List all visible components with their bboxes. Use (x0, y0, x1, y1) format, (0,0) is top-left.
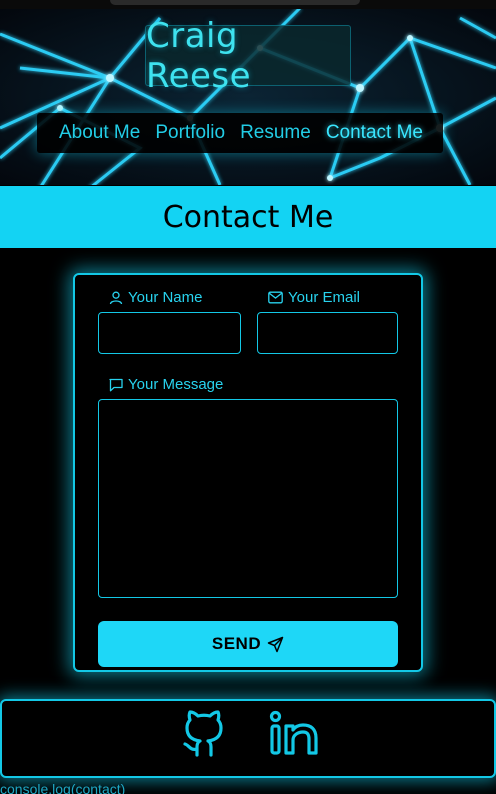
main-nav: About Me Portfolio Resume Contact Me (37, 113, 443, 153)
site-name: Craig Reese (145, 16, 351, 96)
github-icon (183, 710, 223, 757)
email-label: Your Email (268, 289, 360, 306)
section-title-band: Contact Me (0, 186, 496, 248)
nav-resume[interactable]: Resume (240, 122, 311, 144)
top-notch (110, 0, 360, 5)
console-log-text: console.log(contact) (0, 781, 126, 794)
nav-portfolio[interactable]: Portfolio (155, 122, 225, 144)
github-link[interactable] (180, 709, 228, 763)
email-input[interactable] (257, 312, 398, 354)
mail-icon (268, 291, 283, 304)
send-button-label: SEND (211, 634, 262, 653)
send-button[interactable]: SEND (98, 621, 398, 667)
browser-top-strip (0, 0, 496, 9)
footer (0, 699, 496, 778)
message-label: Your Message (109, 376, 223, 393)
name-label-text: Your Name (128, 289, 203, 306)
name-input[interactable] (98, 312, 241, 354)
contact-form: Your Name Your Email Your Message SEND (73, 273, 423, 672)
linkedin-icon (269, 710, 318, 755)
name-label: Your Name (109, 289, 203, 306)
message-icon (109, 378, 123, 391)
email-label-text: Your Email (288, 289, 360, 306)
page-title: Contact Me (162, 199, 334, 235)
hero-header: Craig Reese About Me Portfolio Resume Co… (0, 8, 496, 185)
message-textarea[interactable] (98, 399, 398, 598)
nav-about-me[interactable]: About Me (59, 122, 140, 144)
send-icon (267, 636, 284, 652)
message-label-text: Your Message (128, 376, 224, 393)
user-icon (109, 291, 123, 304)
nav-contact-me[interactable]: Contact Me (326, 122, 423, 144)
linkedin-link[interactable] (269, 710, 321, 762)
